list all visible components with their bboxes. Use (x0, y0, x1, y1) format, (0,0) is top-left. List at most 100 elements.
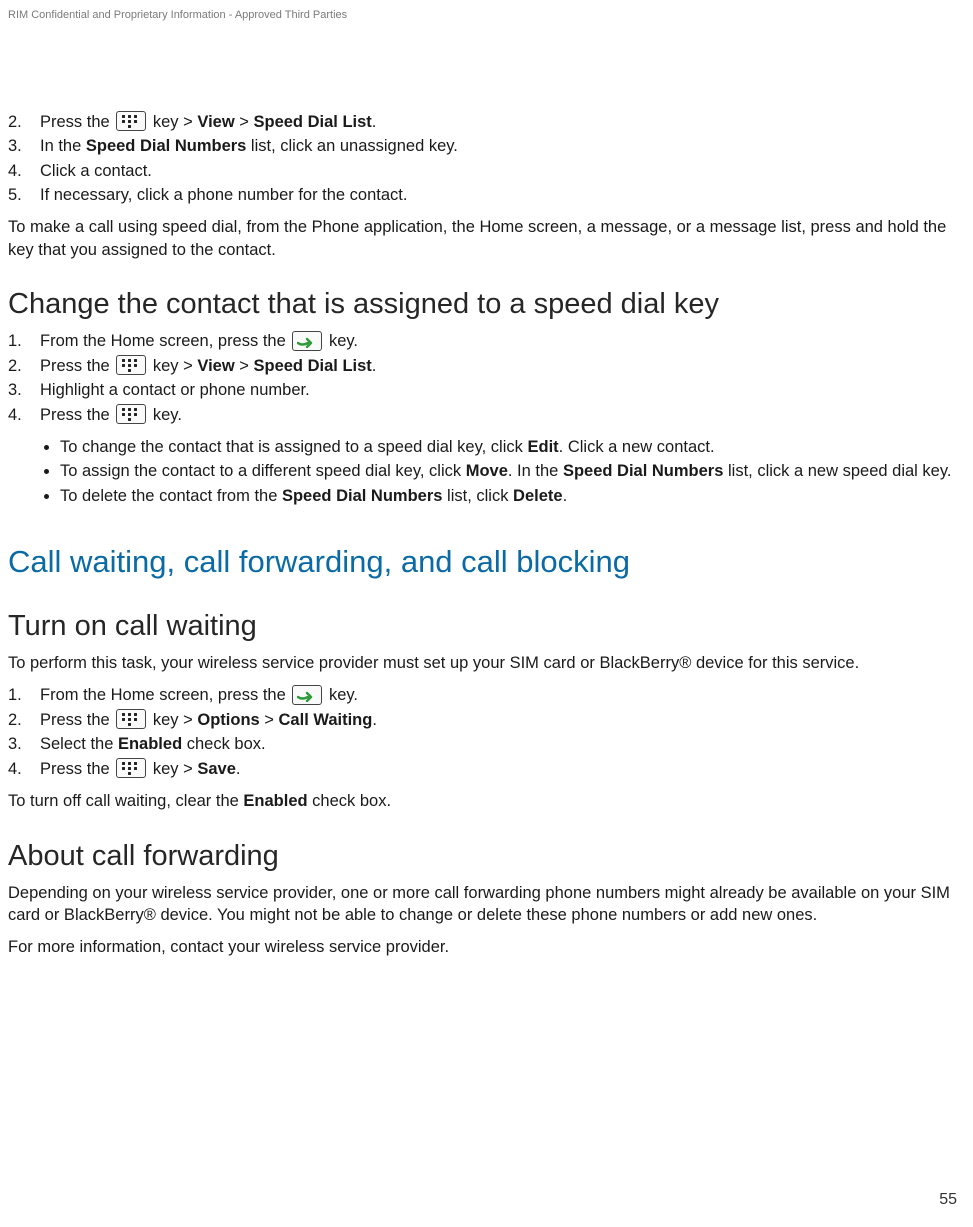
list-body: Click a contact. (40, 160, 965, 182)
bold-text: Enabled (243, 792, 307, 810)
bullet-list-sec1: To change the contact that is assigned t… (8, 436, 965, 507)
list-item: 1. From the Home screen, press the key. (8, 330, 965, 353)
text: key > (148, 357, 197, 375)
paragraph: To perform this task, your wireless serv… (8, 652, 965, 674)
section-heading-change-contact: Change the contact that is assigned to a… (8, 285, 965, 324)
list-body: Press the key > Options > Call Waiting. (40, 709, 965, 732)
text: To assign the contact to a different spe… (60, 462, 466, 480)
list-item: 5. If necessary, click a phone number fo… (8, 184, 965, 206)
list-item: 4. Press the key > Save. (8, 758, 965, 781)
send-key-icon (292, 685, 322, 705)
chapter-heading-call-features: Call waiting, call forwarding, and call … (8, 541, 965, 583)
ordered-list-sec1: 1. From the Home screen, press the key. … (8, 330, 965, 426)
paragraph: For more information, contact your wirel… (8, 936, 965, 958)
menu-key-icon (116, 355, 146, 375)
list-number: 3. (8, 379, 40, 401)
list-body: In the Speed Dial Numbers list, click an… (40, 135, 965, 157)
text: Press the (40, 711, 114, 729)
text: . (372, 357, 377, 375)
bold-text: Speed Dial Numbers (86, 137, 246, 155)
list-number: 1. (8, 330, 40, 352)
text: Press the (40, 760, 114, 778)
bold-text: Edit (527, 438, 558, 456)
list-number: 2. (8, 709, 40, 731)
list-item: 2. Press the key > View > Speed Dial Lis… (8, 111, 965, 134)
text: list, click (442, 487, 513, 505)
text: . In the (508, 462, 563, 480)
text: . (372, 113, 377, 131)
text: Press the (40, 406, 114, 424)
list-item: 3. Highlight a contact or phone number. (8, 379, 965, 401)
list-number: 1. (8, 684, 40, 706)
list-body: From the Home screen, press the key. (40, 330, 965, 353)
list-body: Press the key > View > Speed Dial List. (40, 111, 965, 134)
bold-text: Enabled (118, 735, 182, 753)
text: . (236, 760, 241, 778)
bold-text: View (197, 357, 234, 375)
text: check box. (308, 792, 391, 810)
bold-text: Delete (513, 487, 563, 505)
bold-text: Speed Dial List (254, 113, 372, 131)
text: From the Home screen, press the (40, 686, 290, 704)
text: key > (148, 711, 197, 729)
bold-text: View (197, 113, 234, 131)
section-heading-call-forwarding: About call forwarding (8, 837, 965, 876)
text: list, click an unassigned key. (246, 137, 458, 155)
text: To delete the contact from the (60, 487, 282, 505)
paragraph: Depending on your wireless service provi… (8, 882, 965, 927)
text: > (235, 357, 254, 375)
text: From the Home screen, press the (40, 332, 290, 350)
menu-key-icon (116, 111, 146, 131)
text: . Click a new contact. (559, 438, 715, 456)
bold-text: Save (197, 760, 236, 778)
list-body: From the Home screen, press the key. (40, 684, 965, 707)
list-number: 2. (8, 355, 40, 377)
bullet-item: To change the contact that is assigned t… (60, 436, 965, 458)
list-item: 2. Press the key > View > Speed Dial Lis… (8, 355, 965, 378)
page: RIM Confidential and Proprietary Informa… (0, 0, 973, 1227)
menu-key-icon (116, 709, 146, 729)
bullet-item: To assign the contact to a different spe… (60, 460, 965, 482)
list-number: 4. (8, 404, 40, 426)
text: key. (324, 686, 358, 704)
list-item: 3. Select the Enabled check box. (8, 733, 965, 755)
list-number: 4. (8, 160, 40, 182)
bullet-item: To delete the contact from the Speed Dia… (60, 485, 965, 507)
paragraph: To turn off call waiting, clear the Enab… (8, 790, 965, 812)
list-body: Press the key > View > Speed Dial List. (40, 355, 965, 378)
text: To turn off call waiting, clear the (8, 792, 243, 810)
list-item: 1. From the Home screen, press the key. (8, 684, 965, 707)
paragraph: To make a call using speed dial, from th… (8, 216, 965, 261)
list-item: 4. Press the key. (8, 404, 965, 427)
bold-text: Speed Dial Numbers (282, 487, 442, 505)
text: Select the (40, 735, 118, 753)
confidential-header: RIM Confidential and Proprietary Informa… (8, 8, 965, 23)
list-number: 3. (8, 733, 40, 755)
text: check box. (182, 735, 265, 753)
text: key > (148, 760, 197, 778)
text: Press the (40, 357, 114, 375)
list-body: If necessary, click a phone number for t… (40, 184, 965, 206)
list-body: Highlight a contact or phone number. (40, 379, 965, 401)
bold-text: Move (466, 462, 508, 480)
list-item: 2. Press the key > Options > Call Waitin… (8, 709, 965, 732)
list-number: 4. (8, 758, 40, 780)
bold-text: Call Waiting (279, 711, 373, 729)
bold-text: Speed Dial Numbers (563, 462, 723, 480)
text: list, click a new speed dial key. (723, 462, 951, 480)
text: > (235, 113, 254, 131)
menu-key-icon (116, 404, 146, 424)
section-heading-call-waiting: Turn on call waiting (8, 607, 965, 646)
text: Press the (40, 113, 114, 131)
bold-text: Speed Dial List (254, 357, 372, 375)
text: key. (324, 332, 358, 350)
text: . (563, 487, 568, 505)
page-number: 55 (939, 1189, 957, 1211)
list-number: 2. (8, 111, 40, 133)
ordered-list-top: 2. Press the key > View > Speed Dial Lis… (8, 111, 965, 206)
list-body: Press the key > Save. (40, 758, 965, 781)
text: To change the contact that is assigned t… (60, 438, 527, 456)
text: key. (148, 406, 182, 424)
text: key > (148, 113, 197, 131)
list-body: Select the Enabled check box. (40, 733, 965, 755)
